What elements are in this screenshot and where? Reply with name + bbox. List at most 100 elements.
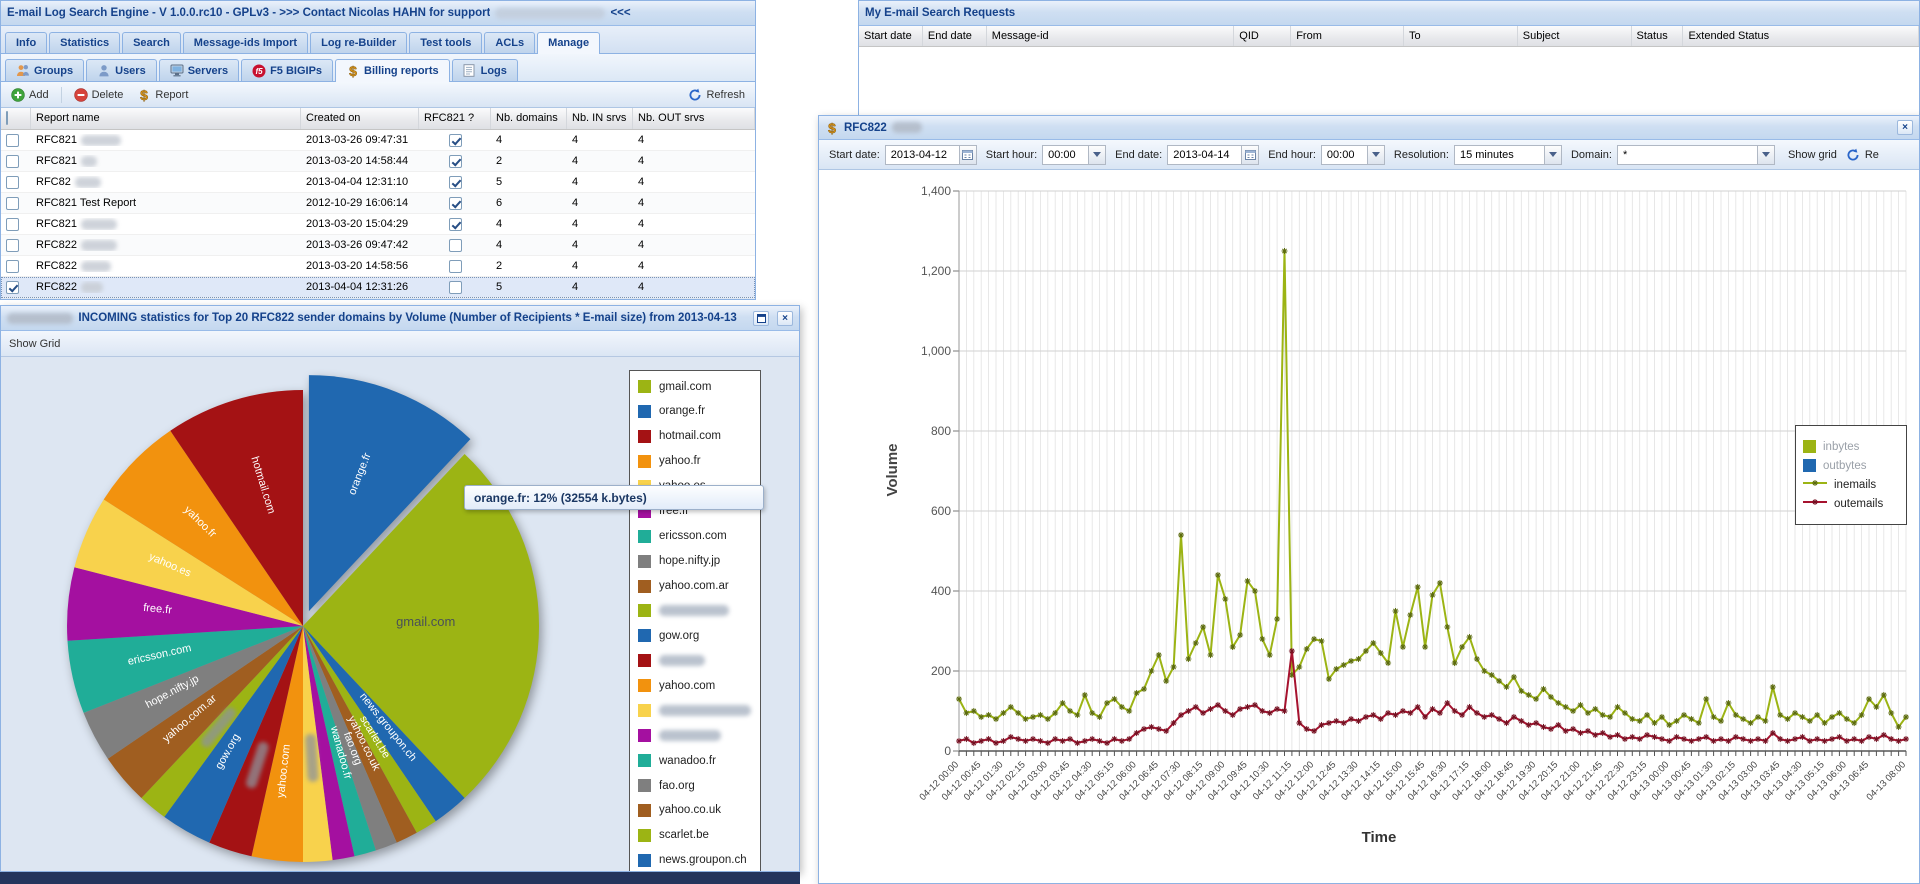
- row-checkbox[interactable]: [6, 217, 19, 231]
- column-header[interactable]: Nb. OUT srvs: [633, 108, 755, 129]
- rfc821-checkbox[interactable]: [448, 175, 462, 189]
- tab-statistics[interactable]: Statistics: [49, 32, 121, 53]
- row-checkbox[interactable]: [6, 280, 19, 294]
- calendar-icon[interactable]: [958, 145, 976, 164]
- report-button[interactable]: $ Report: [132, 86, 193, 104]
- resolution-select[interactable]: 15 minutes: [1453, 144, 1562, 165]
- legend-item-inemails[interactable]: inemails: [1803, 478, 1899, 491]
- rfc821-checkbox[interactable]: [448, 259, 462, 273]
- column-header[interactable]: Report name: [31, 108, 301, 129]
- show-grid-button[interactable]: Show grid: [1788, 149, 1837, 161]
- subtab-groups[interactable]: Groups: [5, 59, 85, 81]
- close-button[interactable]: ×: [1897, 120, 1913, 135]
- legend-item[interactable]: [638, 704, 752, 718]
- row-checkbox[interactable]: [6, 133, 19, 147]
- tab-info[interactable]: Info: [5, 32, 48, 53]
- row-checkbox[interactable]: [6, 175, 19, 189]
- legend-item[interactable]: hotmail.com: [638, 429, 752, 443]
- column-header[interactable]: From: [1291, 26, 1404, 46]
- row-checkbox[interactable]: [6, 259, 19, 273]
- legend-item[interactable]: wanadoo.fr: [638, 754, 752, 768]
- table-row[interactable]: RFC822 2013-03-26 09:47:42 4 4 4: [1, 235, 755, 256]
- legend-item[interactable]: scarlet.be: [638, 828, 752, 842]
- select-all-checkbox[interactable]: [6, 111, 8, 125]
- legend-item[interactable]: yahoo.fr: [638, 454, 752, 468]
- legend-item[interactable]: gmail.com: [638, 380, 752, 393]
- rfc821-checkbox[interactable]: [448, 196, 462, 210]
- refresh-button-label[interactable]: Re: [1865, 149, 1879, 161]
- row-checkbox[interactable]: [6, 238, 19, 252]
- add-button[interactable]: Add: [6, 86, 54, 104]
- domain-select[interactable]: *: [1616, 144, 1775, 165]
- table-row[interactable]: RFC821 2013-03-20 14:58:44 2 4 4: [1, 151, 755, 172]
- chevron-down-icon[interactable]: [1088, 145, 1106, 164]
- tab-test-tools[interactable]: Test tools: [409, 32, 483, 53]
- table-row[interactable]: RFC82 2013-04-04 12:31:10 5 4 4: [1, 172, 755, 193]
- column-header[interactable]: Extended Status: [1683, 26, 1919, 46]
- subtab-servers[interactable]: Servers: [158, 59, 240, 81]
- legend-item[interactable]: [638, 604, 752, 618]
- column-header[interactable]: Created on: [301, 108, 419, 129]
- legend-item-outemails[interactable]: outemails: [1803, 497, 1899, 510]
- start-hour-select[interactable]: 00:00: [1042, 144, 1107, 165]
- table-row[interactable]: RFC821 2013-03-20 15:04:29 4 4 4: [1, 214, 755, 235]
- tab-log-re-builder[interactable]: Log re-Builder: [310, 32, 408, 53]
- subtab-f5-bigips[interactable]: f5 F5 BIGIPs: [241, 59, 334, 81]
- table-row[interactable]: RFC822 2013-04-04 12:31:26 5 4 4: [1, 277, 755, 298]
- column-header[interactable]: Nb. IN srvs: [567, 108, 633, 129]
- legend-item-outbytes[interactable]: outbytes: [1803, 459, 1899, 472]
- close-button[interactable]: ×: [777, 310, 793, 326]
- chevron-down-icon[interactable]: [1756, 145, 1774, 164]
- end-hour-select[interactable]: 00:00: [1320, 144, 1385, 165]
- table-row[interactable]: RFC821 2013-03-26 09:47:31 4 4 4: [1, 130, 755, 151]
- delete-button[interactable]: Delete: [69, 86, 129, 104]
- legend-item[interactable]: [638, 729, 752, 743]
- start-date-field[interactable]: 2013-04-12: [884, 144, 977, 165]
- refresh-icon[interactable]: [1846, 148, 1860, 162]
- column-header[interactable]: Nb. domains: [491, 108, 567, 129]
- legend-item[interactable]: news.groupon.ch: [638, 853, 752, 867]
- legend-item[interactable]: yahoo.com: [638, 679, 752, 693]
- rfc821-checkbox[interactable]: [448, 238, 462, 252]
- calendar-icon[interactable]: [1241, 145, 1259, 164]
- show-grid-button[interactable]: Show Grid: [9, 338, 60, 350]
- subtab-billing-reports[interactable]: $ Billing reports: [335, 59, 450, 82]
- maximize-button[interactable]: [753, 310, 769, 326]
- row-checkbox[interactable]: [6, 196, 19, 210]
- end-date-field[interactable]: 2013-04-14: [1167, 144, 1260, 165]
- rfc821-checkbox[interactable]: [448, 217, 462, 231]
- subtab-users[interactable]: Users: [86, 59, 157, 81]
- legend-item[interactable]: ericsson.com: [638, 529, 752, 543]
- rfc821-checkbox[interactable]: [448, 133, 462, 147]
- rfc821-checkbox[interactable]: [448, 154, 462, 168]
- column-header[interactable]: Start date: [859, 26, 923, 46]
- table-row[interactable]: RFC822 2013-03-20 14:58:56 2 4 4: [1, 256, 755, 277]
- legend-item[interactable]: yahoo.com.ar: [638, 579, 752, 593]
- column-header[interactable]: Message-id: [987, 26, 1235, 46]
- subtab-logs[interactable]: Logs: [451, 59, 518, 81]
- tab-manage[interactable]: Manage: [537, 32, 601, 54]
- legend-item-inbytes[interactable]: inbytes: [1803, 440, 1899, 453]
- table-row[interactable]: RFC821 Test Report 2012-10-29 16:06:14 6 4 4: [1, 193, 755, 214]
- tab-message-ids-import[interactable]: Message-ids Import: [182, 32, 309, 53]
- column-header[interactable]: QID: [1234, 26, 1292, 46]
- column-header[interactable]: Subject: [1518, 26, 1632, 46]
- refresh-button[interactable]: Refresh: [683, 86, 750, 104]
- nb-out-srvs-cell: 4: [638, 197, 645, 209]
- column-header[interactable]: Status: [1632, 26, 1684, 46]
- legend-item[interactable]: fao.org: [638, 779, 752, 792]
- column-header[interactable]: End date: [923, 26, 987, 46]
- legend-item[interactable]: yahoo.co.uk: [638, 803, 752, 817]
- legend-item[interactable]: [638, 654, 752, 668]
- rfc821-checkbox[interactable]: [448, 280, 462, 294]
- legend-item[interactable]: hope.nifty.jp: [638, 554, 752, 568]
- column-header[interactable]: To: [1404, 26, 1518, 46]
- legend-item[interactable]: orange.fr: [638, 404, 752, 418]
- chevron-down-icon[interactable]: [1543, 145, 1561, 164]
- column-header[interactable]: RFC821 ?: [419, 108, 491, 129]
- chevron-down-icon[interactable]: [1366, 145, 1384, 164]
- tab-search[interactable]: Search: [122, 32, 181, 53]
- legend-item[interactable]: gow.org: [638, 629, 752, 643]
- row-checkbox[interactable]: [6, 154, 19, 168]
- tab-acls[interactable]: ACLs: [484, 32, 536, 53]
